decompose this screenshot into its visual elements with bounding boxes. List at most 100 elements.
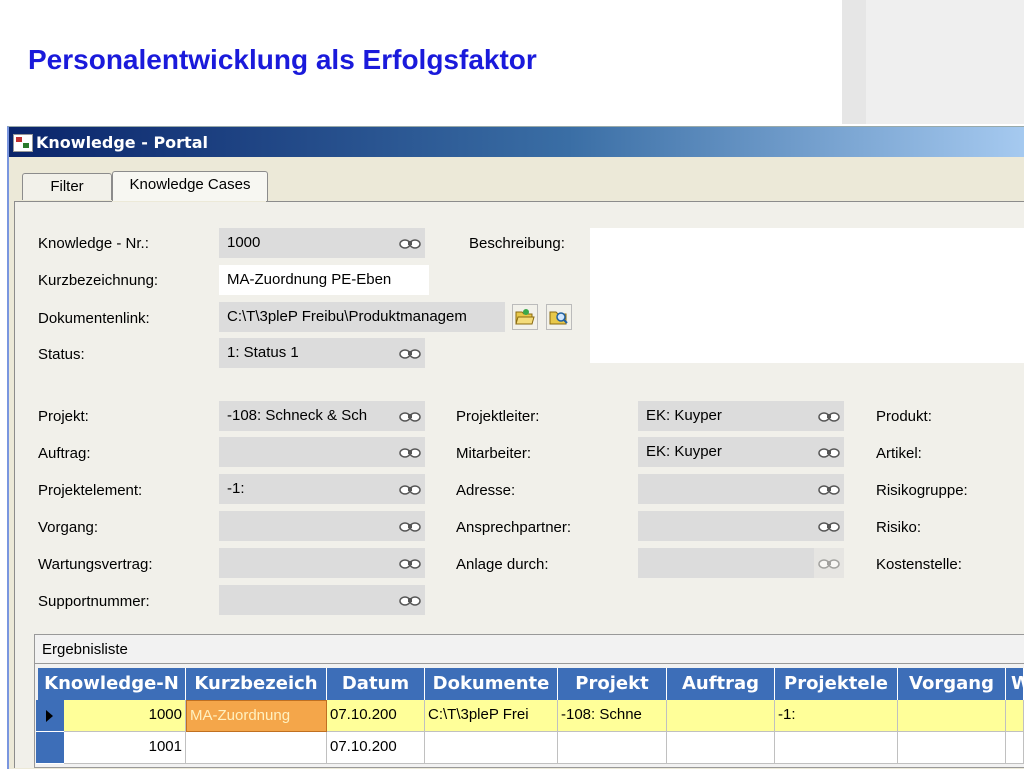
table-cell[interactable]: 07.10.200 bbox=[327, 732, 425, 764]
column-header-knowledge-nr[interactable]: Knowledge-N bbox=[38, 668, 186, 700]
artikel-label: Artikel: bbox=[876, 445, 922, 462]
vorgang-label: Vorgang: bbox=[38, 519, 99, 536]
table-cell-editing[interactable]: MA-Zuordnung bbox=[186, 700, 327, 732]
projekt-label: Projekt: bbox=[38, 408, 89, 425]
binoculars-icon bbox=[818, 559, 840, 569]
anlage-durch-label: Anlage durch: bbox=[456, 556, 549, 573]
open-document-button[interactable] bbox=[512, 304, 538, 330]
table-cell[interactable]: -108: Schne bbox=[558, 700, 667, 732]
column-header-auftrag[interactable]: Auftrag bbox=[667, 668, 775, 700]
table-cell[interactable] bbox=[667, 732, 775, 764]
binoculars-icon bbox=[818, 522, 840, 532]
kostenstelle-label: Kostenstelle: bbox=[876, 556, 962, 573]
adresse-field[interactable] bbox=[638, 474, 814, 504]
ansprechpartner-field[interactable] bbox=[638, 511, 814, 541]
table-cell[interactable] bbox=[898, 732, 1006, 764]
wartungsvertrag-field[interactable] bbox=[219, 548, 395, 578]
projektelement-lookup-button[interactable] bbox=[395, 474, 425, 504]
folder-search-icon bbox=[549, 311, 568, 325]
slide-side-panel-inner bbox=[866, 0, 1024, 124]
ansprechpartner-lookup-button[interactable] bbox=[814, 511, 844, 541]
adresse-lookup-button[interactable] bbox=[814, 474, 844, 504]
knowledge-nr-label: Knowledge - Nr.: bbox=[38, 235, 149, 252]
window-title: Knowledge - Portal bbox=[36, 133, 208, 152]
column-header-kurzbezeichnung[interactable]: Kurzbezeich bbox=[186, 668, 327, 700]
risikogruppe-label: Risikogruppe: bbox=[876, 482, 968, 499]
column-header-datum[interactable]: Datum bbox=[327, 668, 425, 700]
slide-title: Personalentwicklung als Erfolgsfaktor bbox=[28, 44, 537, 75]
wartungsvertrag-label: Wartungsvertrag: bbox=[38, 556, 153, 573]
binoculars-icon bbox=[399, 559, 421, 569]
window-titlebar[interactable]: Knowledge - Portal bbox=[9, 127, 1024, 157]
beschreibung-label: Beschreibung: bbox=[469, 235, 565, 252]
anlage-durch-field[interactable] bbox=[638, 548, 814, 578]
table-cell[interactable]: C:\T\3pleP Frei bbox=[425, 700, 558, 732]
mitarbeiter-field[interactable]: EK: Kuyper bbox=[638, 437, 814, 467]
column-header-dokumentenlink[interactable]: Dokumente bbox=[425, 668, 558, 700]
binoculars-icon bbox=[399, 239, 421, 249]
dokumentenlink-field[interactable]: C:\T\3pleP Freibu\Produktmanagem bbox=[219, 302, 505, 332]
supportnummer-lookup-button[interactable] bbox=[395, 585, 425, 615]
tab-filter[interactable]: Filter bbox=[22, 173, 112, 200]
vorgang-field[interactable] bbox=[219, 511, 395, 541]
anlage-durch-lookup-button bbox=[814, 548, 844, 578]
table-cell[interactable] bbox=[558, 732, 667, 764]
supportnummer-field[interactable] bbox=[219, 585, 395, 615]
column-header-vorgang[interactable]: Vorgang bbox=[898, 668, 1006, 700]
binoculars-icon bbox=[399, 522, 421, 532]
table-cell[interactable]: 07.10.200 bbox=[327, 700, 425, 732]
wartungsvertrag-lookup-button[interactable] bbox=[395, 548, 425, 578]
ergebnisliste-separator bbox=[35, 663, 1024, 664]
projektelement-label: Projektelement: bbox=[38, 482, 143, 499]
current-row-arrow-icon bbox=[46, 710, 53, 722]
binoculars-icon bbox=[399, 485, 421, 495]
tab-knowledge-cases[interactable]: Knowledge Cases bbox=[112, 171, 268, 201]
browse-document-button[interactable] bbox=[546, 304, 572, 330]
projektleiter-field[interactable]: EK: Kuyper bbox=[638, 401, 814, 431]
projektleiter-label: Projektleiter: bbox=[456, 408, 540, 425]
binoculars-icon bbox=[399, 412, 421, 422]
kurzbezeichnung-input[interactable]: MA-Zuordnung PE-Eben bbox=[219, 265, 429, 295]
binoculars-icon bbox=[399, 448, 421, 458]
mitarbeiter-lookup-button[interactable] bbox=[814, 437, 844, 467]
mitarbeiter-label: Mitarbeiter: bbox=[456, 445, 532, 462]
table-cell[interactable] bbox=[667, 700, 775, 732]
table-cell[interactable]: 1000 bbox=[64, 700, 186, 732]
vorgang-lookup-button[interactable] bbox=[395, 511, 425, 541]
adresse-label: Adresse: bbox=[456, 482, 516, 499]
binoculars-icon bbox=[818, 485, 840, 495]
ergebnisliste-caption: Ergebnisliste bbox=[42, 641, 128, 658]
table-cell[interactable] bbox=[425, 732, 558, 764]
knowledge-nr-lookup-button[interactable] bbox=[395, 228, 425, 258]
table-cell[interactable] bbox=[898, 700, 1006, 732]
beschreibung-textarea[interactable] bbox=[590, 228, 1024, 363]
ansprechpartner-label: Ansprechpartner: bbox=[456, 519, 572, 536]
knowledge-nr-field[interactable]: 1000 bbox=[219, 228, 395, 258]
table-cell[interactable]: 1001 bbox=[64, 732, 186, 764]
projektleiter-lookup-button[interactable] bbox=[814, 401, 844, 431]
status-lookup-button[interactable] bbox=[395, 338, 425, 368]
table-cell[interactable]: -1: bbox=[775, 700, 898, 732]
auftrag-field[interactable] bbox=[219, 437, 395, 467]
dokumentenlink-label: Dokumentenlink: bbox=[38, 310, 150, 327]
projekt-lookup-button[interactable] bbox=[395, 401, 425, 431]
column-header-w[interactable]: W bbox=[1006, 668, 1024, 700]
table-cell[interactable] bbox=[1006, 700, 1024, 732]
projektelement-field[interactable]: -1: bbox=[219, 474, 395, 504]
status-label: Status: bbox=[38, 346, 85, 363]
column-header-projekt[interactable]: Projekt bbox=[558, 668, 667, 700]
app-icon bbox=[13, 134, 33, 152]
produkt-label: Produkt: bbox=[876, 408, 932, 425]
row-selector-current[interactable] bbox=[36, 700, 64, 732]
projekt-field[interactable]: -108: Schneck & Sch bbox=[219, 401, 395, 431]
binoculars-icon bbox=[818, 412, 840, 422]
binoculars-icon bbox=[399, 596, 421, 606]
status-field[interactable]: 1: Status 1 bbox=[219, 338, 395, 368]
table-cell[interactable] bbox=[1006, 732, 1024, 764]
auftrag-lookup-button[interactable] bbox=[395, 437, 425, 467]
table-cell[interactable] bbox=[186, 732, 327, 764]
row-selector[interactable] bbox=[36, 732, 64, 764]
supportnummer-label: Supportnummer: bbox=[38, 593, 150, 610]
column-header-projektelement[interactable]: Projektele bbox=[775, 668, 898, 700]
table-cell[interactable] bbox=[775, 732, 898, 764]
